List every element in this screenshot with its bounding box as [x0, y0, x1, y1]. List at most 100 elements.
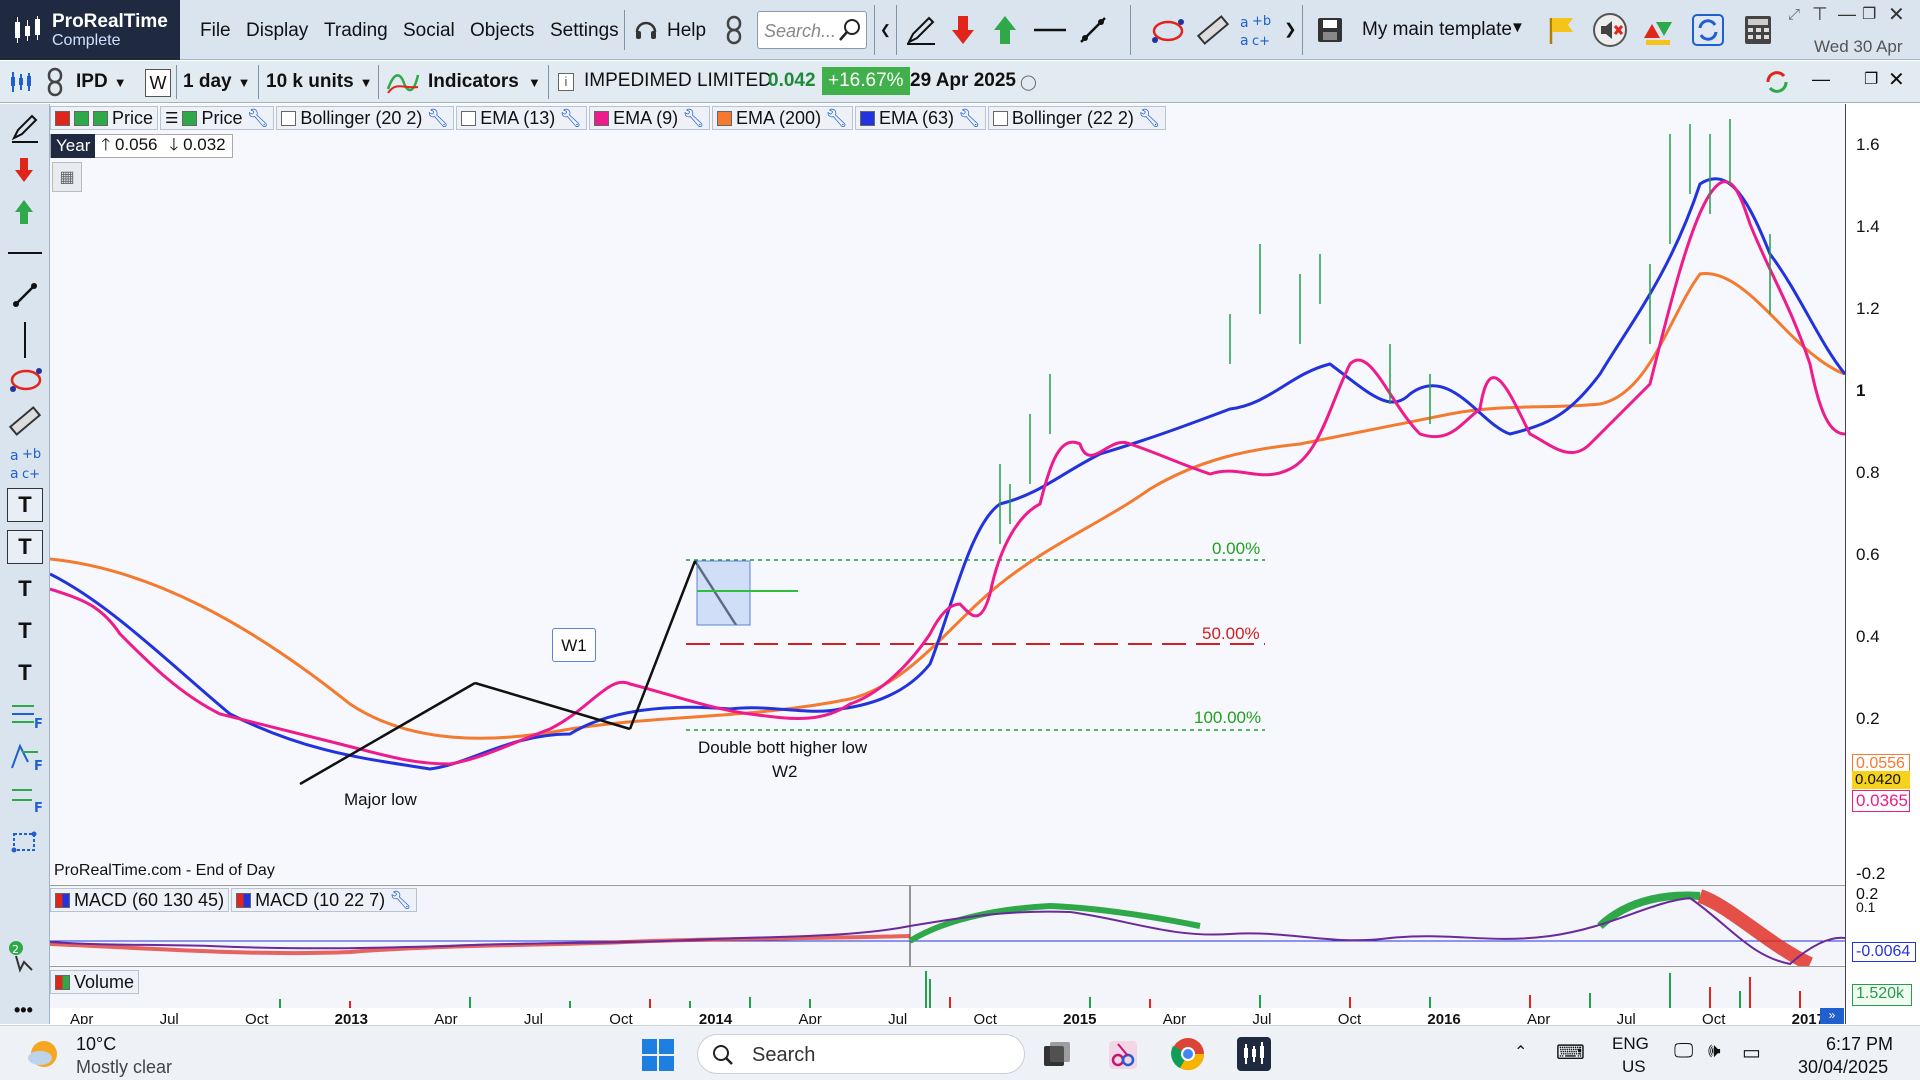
info-icon[interactable]: i	[558, 73, 574, 91]
sync-icon[interactable]	[1760, 66, 1794, 98]
pin-icon[interactable]: ⊤	[1812, 4, 1828, 25]
more-tools-icon[interactable]: ❯	[1284, 20, 1297, 38]
w1-label[interactable]: W1	[552, 628, 596, 662]
more-options-icon[interactable]: •••	[14, 1000, 33, 1021]
menu-social[interactable]: Social	[403, 20, 455, 42]
close-icon[interactable]: ✕	[1888, 67, 1905, 92]
text-comment-tool-icon[interactable]: T	[7, 656, 43, 690]
calculator-icon[interactable]	[1742, 14, 1774, 46]
headset-icon[interactable]	[633, 17, 659, 43]
w2-label[interactable]: W2	[772, 762, 798, 782]
wrench-icon[interactable]: 🔧︎	[559, 108, 582, 129]
weather-desc[interactable]: Mostly clear	[76, 1057, 172, 1078]
wrench-icon[interactable]: 🔧︎	[958, 108, 981, 129]
link-icon[interactable]	[723, 15, 745, 45]
calendar-icon[interactable]: ▦	[52, 162, 82, 192]
ruler-icon[interactable]	[8, 404, 42, 438]
fibonacci-tool-icon[interactable]: a +b a c+	[1238, 11, 1274, 49]
rectangle-tool-icon[interactable]	[10, 826, 42, 856]
network-icon[interactable]: 🖵︎	[1674, 1040, 1693, 1063]
w1-line[interactable]	[299, 681, 476, 786]
text-box-tool-icon[interactable]: T	[7, 530, 43, 564]
close-icon[interactable]: ✕	[1888, 2, 1905, 27]
restore-icon[interactable]: ❐	[1864, 69, 1878, 89]
major-low-label[interactable]: Major low	[344, 790, 417, 810]
legend-volume[interactable]: Volume	[50, 970, 140, 994]
chart-type-icon[interactable]	[8, 70, 34, 94]
macd-panel[interactable]: MACD (60 130 45) MACD (10 22 7) 🔧︎	[50, 885, 1845, 966]
menu-trading[interactable]: Trading	[324, 20, 388, 42]
pencil-draw-icon[interactable]	[10, 112, 40, 144]
taskbar-search[interactable]: Search	[697, 1034, 1025, 1074]
double-bottom-label[interactable]: Double bott higher low	[698, 738, 867, 758]
language-label[interactable]: ENG	[1612, 1034, 1649, 1054]
legend-bollinger-22[interactable]: Bollinger (22 2) 🔧︎	[987, 106, 1166, 130]
wrench-icon[interactable]: 🔧︎	[426, 108, 449, 129]
legend-ema-9[interactable]: EMA (9) 🔧︎	[589, 106, 711, 130]
keyboard-icon[interactable]: ⌨	[1556, 1040, 1585, 1065]
indicators-button[interactable]: Indicators	[428, 67, 519, 97]
legend-macd-10[interactable]: MACD (10 22 7) 🔧︎	[231, 888, 417, 912]
legend-ema-13[interactable]: EMA (13) 🔧︎	[456, 106, 588, 130]
units-selector[interactable]: 10 k units ▼	[266, 67, 373, 97]
wrench-icon[interactable]: 🔧︎	[389, 890, 412, 911]
wrench-icon[interactable]: 🔧︎	[246, 108, 269, 129]
chevron-down-icon[interactable]: ▼	[528, 75, 541, 90]
region-label[interactable]: US	[1622, 1057, 1646, 1077]
battery-icon[interactable]: ▭	[1742, 1040, 1761, 1065]
legend-ema-200[interactable]: EMA (200) 🔧︎	[712, 106, 853, 130]
link-icon[interactable]	[44, 67, 66, 97]
sound-off-icon[interactable]	[1592, 12, 1628, 48]
w2-line-up[interactable]	[628, 560, 697, 730]
refresh-icon[interactable]	[1690, 12, 1726, 48]
clock-time[interactable]: 6:17 PM	[1826, 1034, 1893, 1055]
sell-arrow-icon[interactable]	[13, 156, 35, 184]
wrench-icon[interactable]: 🔧︎	[825, 108, 848, 129]
collapse-left-icon[interactable]: ❮	[880, 22, 891, 38]
wrench-icon[interactable]: 🔧︎	[1138, 108, 1161, 129]
scroll-right-button[interactable]: »	[1820, 1008, 1844, 1024]
menu-objects[interactable]: Objects	[470, 20, 534, 42]
template-selector[interactable]: My main template	[1362, 19, 1512, 41]
legend-price-2[interactable]: ☰ Price 🔧︎	[160, 106, 275, 130]
vertical-line-icon[interactable]	[24, 322, 26, 358]
window-shrink-icon[interactable]: ⤢	[1788, 6, 1800, 23]
text-label-tool-icon[interactable]: T	[7, 614, 43, 648]
chevron-down-icon[interactable]: ▼	[1510, 19, 1525, 36]
fib-retracement-tool-icon[interactable]: F	[10, 784, 44, 814]
weather-temp[interactable]: 10°C	[76, 1034, 116, 1055]
object-tree-icon[interactable]: 2	[8, 940, 44, 974]
help-menu[interactable]: Help	[667, 20, 706, 42]
pencil-draw-icon[interactable]	[905, 14, 937, 46]
horizontal-line-icon[interactable]	[1032, 14, 1068, 46]
time-axis[interactable]: Apr Jul Oct 2013 Apr Jul Oct 2014 Apr Ju…	[50, 1008, 1845, 1024]
fibonacci-retracement[interactable]	[686, 559, 1265, 731]
save-icon[interactable]	[1316, 16, 1344, 44]
fib-projection-tool-icon[interactable]: F	[10, 742, 44, 772]
menu-settings[interactable]: Settings	[550, 20, 619, 42]
ruler-icon[interactable]	[1196, 13, 1230, 47]
minimize-icon[interactable]: —	[1838, 4, 1856, 25]
text-tool-icon[interactable]: T	[7, 488, 43, 522]
horizontal-line-icon[interactable]	[8, 252, 42, 254]
menu-display[interactable]: Display	[246, 20, 308, 42]
text-note-tool-icon[interactable]: T	[7, 572, 43, 606]
task-view-icon[interactable]	[1040, 1038, 1074, 1072]
prorealtime-taskbar-icon[interactable]	[1236, 1036, 1272, 1072]
tray-chevron-up-icon[interactable]: ⌃	[1514, 1042, 1527, 1062]
flag-icon[interactable]	[1546, 14, 1576, 46]
search-icon[interactable]	[838, 18, 862, 42]
trendline-icon[interactable]	[1077, 14, 1109, 46]
windows-start-icon[interactable]	[641, 1038, 675, 1072]
buy-arrow-icon[interactable]	[992, 14, 1018, 46]
ticker-selector[interactable]: IPD ▼	[76, 67, 127, 97]
trendline-icon[interactable]	[10, 280, 40, 310]
chrome-icon[interactable]	[1170, 1036, 1206, 1072]
interval-selector[interactable]: 1 day ▼	[183, 67, 250, 97]
legend-ema-63[interactable]: EMA (63) 🔧︎	[854, 106, 986, 130]
volume-icon[interactable]: 🕪︎	[1708, 1040, 1721, 1063]
price-chart[interactable]: Price ☰ Price 🔧︎ Bollinger (20 2) 🔧︎ EMA…	[50, 104, 1845, 884]
period-w-button[interactable]: W	[145, 69, 171, 97]
sell-arrow-icon[interactable]	[950, 14, 976, 46]
volume-panel[interactable]: Volume	[50, 966, 1845, 1009]
